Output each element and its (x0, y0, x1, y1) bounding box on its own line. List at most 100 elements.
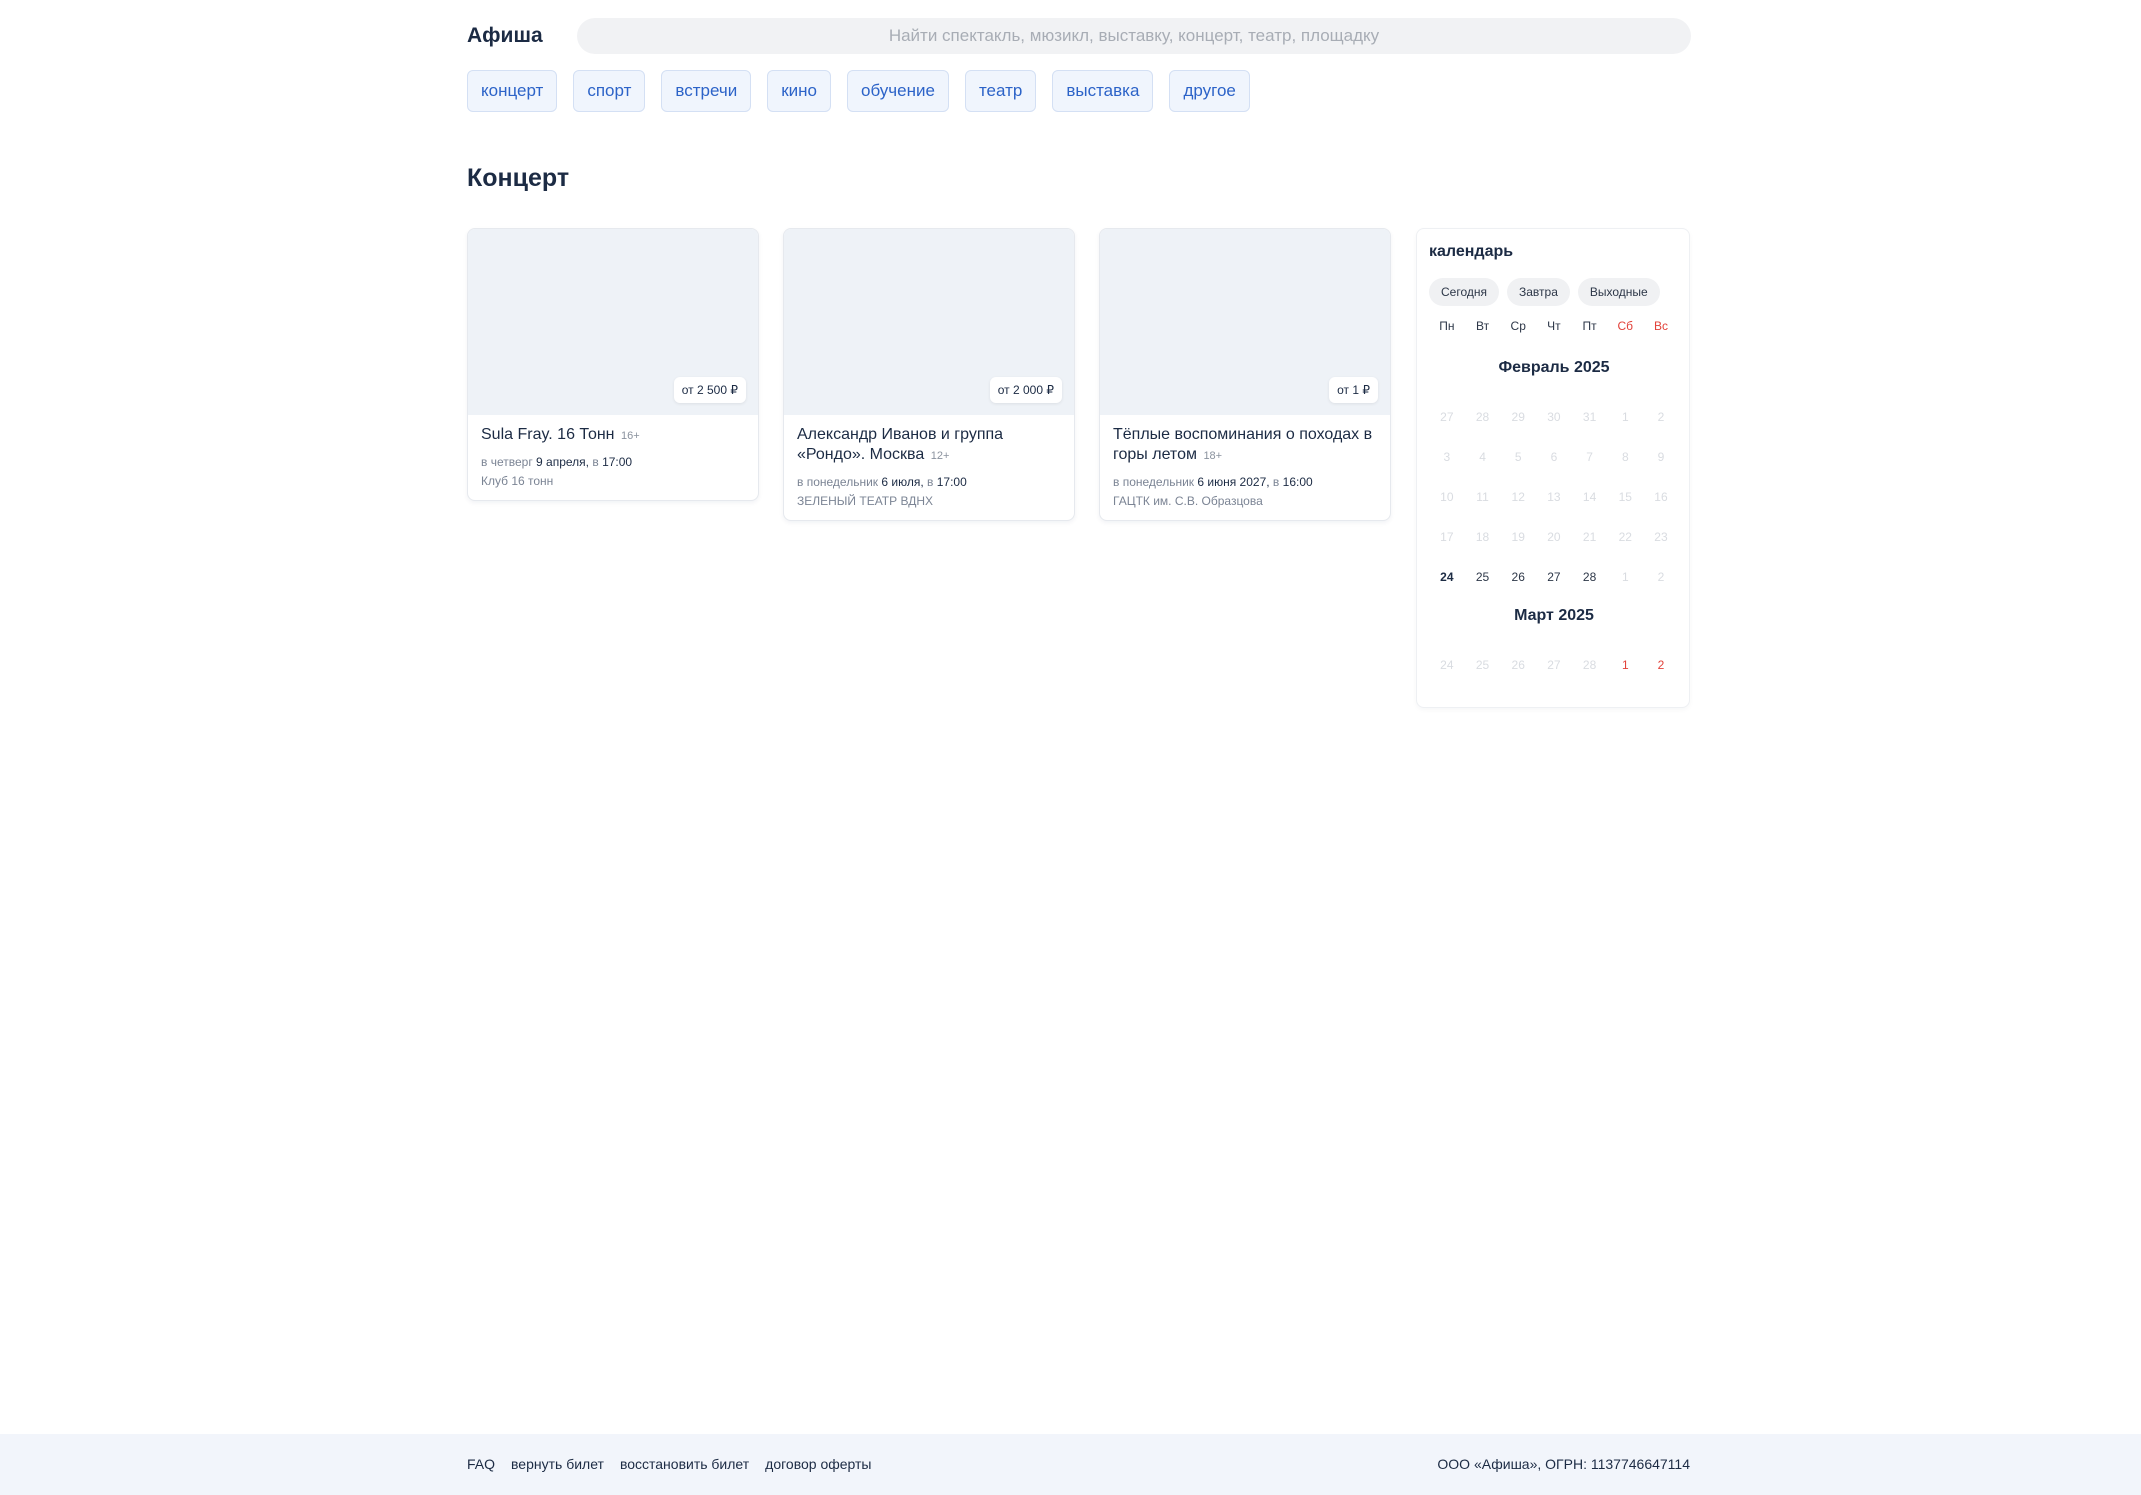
calendar-day: 15 (1618, 490, 1632, 504)
event-venue: ЗЕЛЕНЫЙ ТЕАТР ВДНХ (797, 494, 933, 508)
category-nav: концерт спорт встречи кино обучение теат… (467, 70, 1691, 112)
calendar-day: 26 (1511, 658, 1525, 672)
calendar-day: 11 (1476, 490, 1489, 504)
category-chip[interactable]: спорт (573, 70, 646, 112)
weekday-label: Ср (1510, 319, 1526, 333)
weekday-header: Пн Вт Ср Чт Пт Сб Вс (1429, 319, 1679, 333)
event-card-body: Тёплые воспоминания о походах в горы лет… (1100, 415, 1390, 520)
footer-link-return-ticket[interactable]: вернуть билет (511, 1456, 604, 1472)
event-title: Александр Иванов и группа «Рондо». Москв… (797, 425, 1061, 466)
site-logo[interactable]: Афиша (467, 24, 577, 48)
date-text: 6 июня 2027, (1197, 475, 1270, 489)
category-chip[interactable]: встречи (661, 70, 752, 112)
calendar-day: 2 (1657, 570, 1665, 584)
week-row: 24 25 26 27 28 1 2 (1429, 645, 1679, 685)
event-card[interactable]: от 2 000 ₽ Александр Иванов и группа «Ро… (783, 228, 1075, 521)
time-prefix: в (1272, 475, 1280, 489)
age-rating: 12+ (930, 450, 950, 462)
time-text: 17:00 (602, 455, 633, 469)
calendar-day: 21 (1582, 530, 1597, 544)
event-card-body: Sula Fray. 16 Тонн 16+ в четверг 9 апрел… (468, 415, 758, 500)
event-image-placeholder: от 1 ₽ (1100, 229, 1390, 415)
calendar-day: 9 (1657, 450, 1665, 464)
calendar-day[interactable]: 28 (1572, 570, 1608, 584)
weekday-label: Чт (1547, 319, 1561, 333)
event-card[interactable]: от 1 ₽ Тёплые воспоминания о походах в г… (1099, 228, 1391, 521)
event-title: Sula Fray. 16 Тонн 16+ (481, 425, 745, 446)
month-title: Март 2025 (1514, 607, 1594, 624)
week-row: 17 18 19 20 21 22 23 (1429, 517, 1679, 557)
tomorrow-button[interactable]: Завтра (1507, 278, 1570, 306)
calendar-day: 2 (1657, 410, 1665, 424)
footer-copyright: ООО «Афиша», ОГРН: 1137746647114 (1437, 1456, 1690, 1472)
category-chip[interactable]: выставка (1052, 70, 1154, 112)
weekend-button[interactable]: Выходные (1577, 278, 1660, 306)
footer-link-faq[interactable]: FAQ (467, 1456, 495, 1472)
age-rating: 16+ (620, 430, 640, 442)
week-row: 3 4 5 6 7 8 9 (1429, 437, 1679, 477)
calendar-day: 14 (1582, 490, 1597, 504)
calendar-title: календарь (1429, 243, 1514, 260)
calendar-day: 5 (1514, 450, 1522, 464)
calendar-day-weekend[interactable]: 1 (1607, 658, 1643, 672)
event-card[interactable]: от 2 500 ₽ Sula Fray. 16 Тонн 16+ в четв… (467, 228, 759, 501)
calendar-day[interactable]: 26 (1500, 570, 1536, 584)
header: Афиша (467, 18, 1691, 54)
calendar-day[interactable]: 27 (1536, 570, 1572, 584)
category-chip[interactable]: обучение (846, 70, 949, 112)
time-text: 17:00 (936, 475, 967, 489)
event-image-placeholder: от 2 500 ₽ (468, 229, 758, 415)
calendar-day: 27 (1547, 658, 1561, 672)
event-title-text: Тёплые воспоминания о походах в горы лет… (1113, 426, 1373, 463)
category-chip[interactable]: театр (964, 70, 1037, 112)
calendar-day: 1 (1621, 410, 1629, 424)
category-chip[interactable]: кино (767, 70, 831, 112)
calendar-day-weekend[interactable]: 2 (1643, 658, 1679, 672)
calendar-day: 22 (1618, 530, 1632, 544)
search-input[interactable] (577, 18, 1691, 54)
event-title-text: Александр Иванов и группа «Рондо». Москв… (797, 426, 1004, 463)
event-datetime: в четверг 9 апреля, в 17:00 (481, 454, 745, 470)
calendar-day-today[interactable]: 24 (1429, 570, 1465, 584)
footer-links: FAQ вернуть билет восстановить билет дог… (467, 1456, 888, 1472)
footer-link-offer[interactable]: договор оферты (765, 1456, 871, 1472)
weekday-text: в понедельник (797, 475, 879, 489)
calendar-day: 8 (1621, 450, 1629, 464)
month-title: Февраль 2025 (1498, 359, 1610, 376)
event-image-placeholder: от 2 000 ₽ (784, 229, 1074, 415)
weekday-label: Сб (1617, 319, 1634, 333)
month-grid-february: 27 28 29 30 31 1 2 3 4 5 6 7 8 9 10 11 1… (1429, 397, 1679, 597)
calendar-day[interactable]: 25 (1465, 570, 1501, 584)
price-badge: от 2 500 ₽ (673, 377, 746, 403)
calendar-day: 6 (1550, 450, 1558, 464)
event-venue: Клуб 16 тонн (481, 474, 554, 488)
calendar-day: 28 (1582, 658, 1597, 672)
price-badge: от 2 000 ₽ (989, 377, 1062, 403)
calendar-day: 19 (1511, 530, 1525, 544)
calendar-day: 31 (1582, 410, 1597, 424)
time-prefix: в (927, 475, 934, 489)
calendar-day: 20 (1547, 530, 1561, 544)
calendar-day: 29 (1511, 410, 1525, 424)
calendar-quick-filters: Сегодня Завтра Выходные (1429, 278, 1668, 306)
weekday-text: в понедельник (1113, 475, 1195, 489)
weekday-label: Пт (1582, 319, 1597, 333)
calendar-day: 30 (1547, 410, 1561, 424)
section-title: Концерт (467, 164, 570, 192)
calendar-day: 27 (1440, 410, 1454, 424)
calendar-widget: календарь Сегодня Завтра Выходные Пн Вт … (1416, 228, 1690, 708)
weekday-text: в четверг (481, 455, 533, 469)
calendar-day: 23 (1654, 530, 1668, 544)
calendar-day: 1 (1621, 570, 1629, 584)
today-button[interactable]: Сегодня (1429, 278, 1499, 306)
calendar-day: 7 (1586, 450, 1593, 464)
category-chip[interactable]: другое (1169, 70, 1250, 112)
footer-link-restore-ticket[interactable]: восстановить билет (620, 1456, 749, 1472)
calendar-day: 25 (1475, 658, 1490, 672)
weekday-label: Вс (1653, 319, 1668, 333)
calendar-day: 16 (1654, 490, 1668, 504)
page: Афиша концерт спорт встречи кино обучени… (0, 0, 2141, 1495)
category-chip[interactable]: концерт (467, 70, 558, 112)
weekday-label: Пн (1439, 319, 1455, 333)
event-datetime: в понедельник 6 июня 2027, в 16:00 (1113, 474, 1377, 490)
